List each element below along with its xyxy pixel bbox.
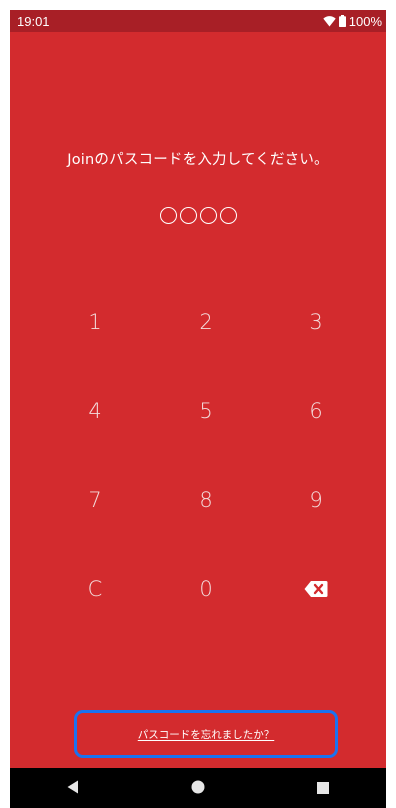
status-bar: 19:01 100% [10,10,386,32]
key-4[interactable]: 4 [50,371,140,451]
passcode-dot [179,207,197,224]
backspace-key[interactable] [271,549,361,629]
key-3[interactable]: 3 [271,282,361,362]
key-6[interactable]: 6 [271,371,361,451]
key-clear[interactable]: C [50,549,140,629]
forgot-passcode-highlight: パスコードを忘れましたか？ [74,710,338,758]
key-7[interactable]: 7 [50,460,140,540]
home-button[interactable] [168,768,228,808]
wifi-icon [323,15,336,27]
home-icon [191,779,205,798]
navigation-bar [10,768,386,808]
passcode-dot [219,207,237,224]
back-button[interactable] [43,768,103,808]
back-icon [67,779,79,798]
passcode-dots [10,207,386,224]
screenshot-margin-right [386,0,396,808]
passcode-prompt: Joinのパスコードを入力してください。 [67,152,329,168]
key-0[interactable]: 0 [161,549,251,629]
phone-screen: 19:01 100% Joinのパスコードを入力してください。 1 2 3 4 … [0,0,396,808]
key-1[interactable]: 1 [50,282,140,362]
forgot-passcode-link[interactable]: パスコードを忘れましたか？ [138,727,275,742]
status-icons: 100% [323,14,382,29]
key-2[interactable]: 2 [161,282,251,362]
recents-icon [317,779,330,798]
recents-button[interactable] [293,768,353,808]
key-5[interactable]: 5 [161,371,251,451]
backspace-icon [304,580,328,598]
passcode-screen: Joinのパスコードを入力してください。 1 2 3 4 5 6 7 8 9 C… [10,32,386,768]
status-time: 19:01 [17,13,50,29]
battery-percentage: 100% [348,13,382,29]
battery-icon [338,15,346,27]
screenshot-margin-left [0,0,10,808]
key-9[interactable]: 9 [271,460,361,540]
passcode-dot [199,207,217,224]
key-8[interactable]: 8 [161,460,251,540]
screenshot-margin-top [0,0,396,10]
passcode-dot [159,207,177,224]
